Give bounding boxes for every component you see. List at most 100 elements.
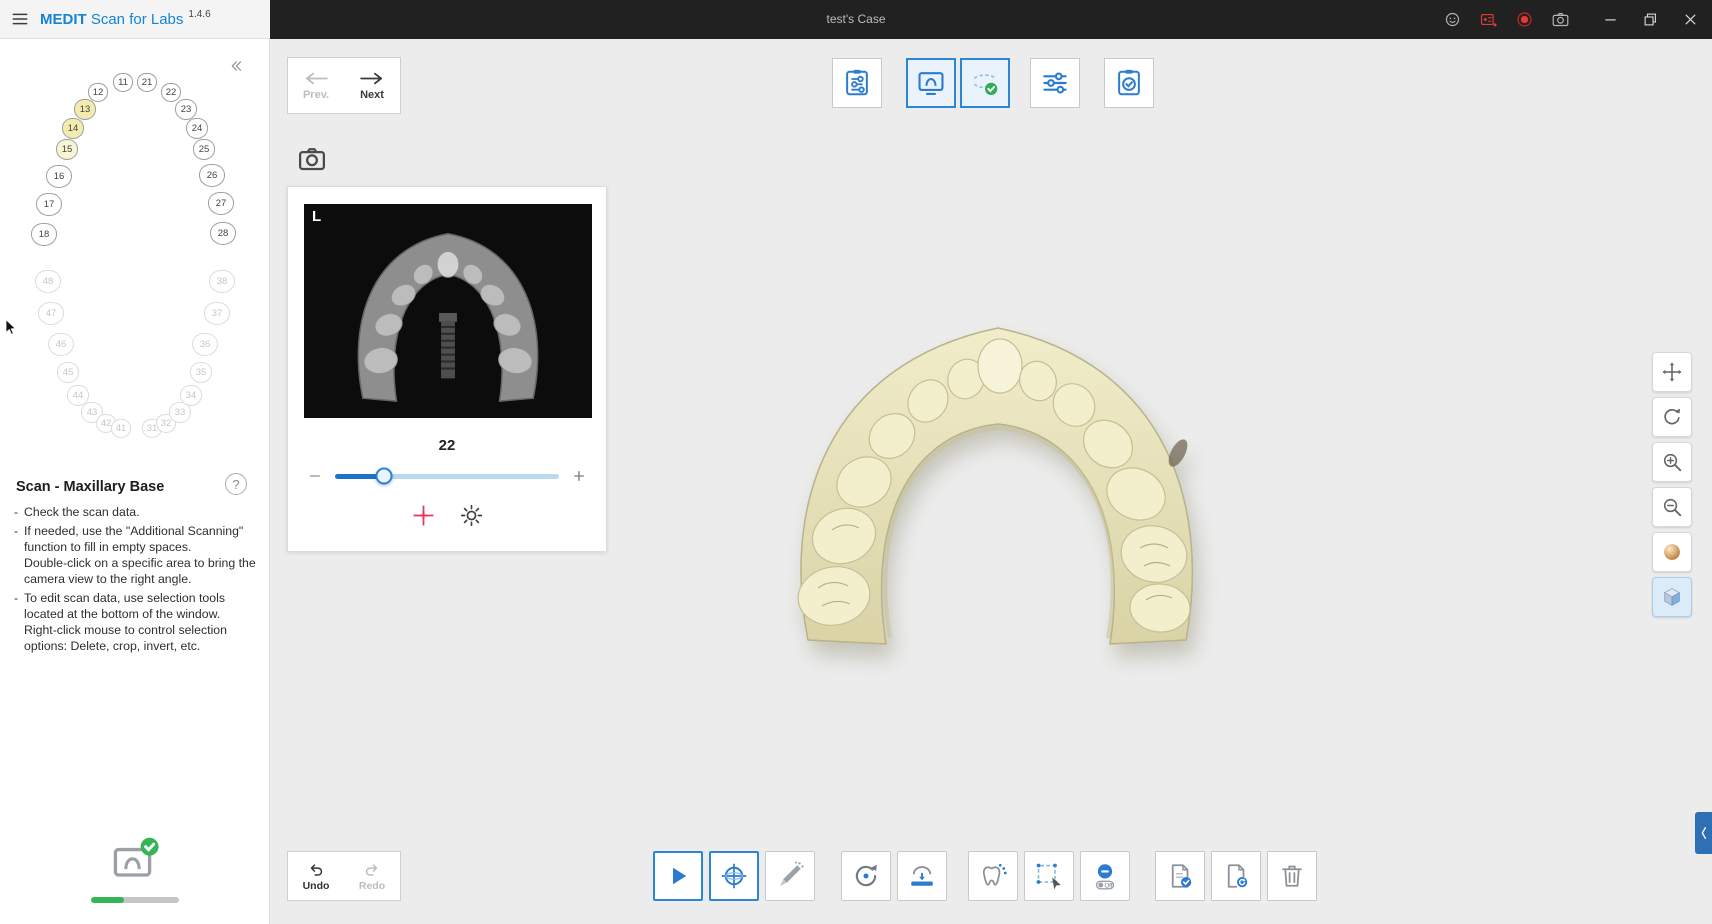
tooth-27[interactable]: 27 [208,191,234,215]
scanner-table-button[interactable] [897,851,947,901]
edit-toolbar-group-1 [653,851,815,901]
next-button[interactable]: Next [344,58,400,113]
edit-toolbar-group-3: Off [968,851,1130,901]
tooth-22[interactable]: 22 [161,82,181,102]
maxillary-model-3d [797,327,1194,645]
tooth-18[interactable]: 18 [31,222,57,246]
tooth-15[interactable]: 15 [56,138,78,160]
tooth-25[interactable]: 25 [193,138,215,160]
brightness-toggle-button[interactable] [457,501,485,529]
side-panel-tab[interactable] [1695,812,1712,854]
slider-track[interactable] [335,467,559,485]
airbrush-button[interactable] [765,851,815,901]
tooth-select-button[interactable] [968,851,1018,901]
titlebar-icons [1434,0,1710,39]
play-button[interactable] [653,851,703,901]
arrow-right-icon [357,71,387,86]
doc-check-button[interactable] [1155,851,1205,901]
instruction-item: If needed, use the "Additional Scanning"… [14,524,259,588]
brightness-increase-button[interactable] [568,465,590,487]
zoom-in-button[interactable] [1652,442,1692,482]
tooth-48[interactable]: 48 [35,269,61,293]
tooth-14[interactable]: 14 [62,117,84,139]
tooth-11[interactable]: 11 [113,72,133,92]
stage-scan-button[interactable] [906,58,956,108]
instruction-text: If needed, use the "Additional Scanning"… [24,523,256,586]
tooth-12[interactable]: 12 [88,82,108,102]
toggle-off-button[interactable]: Off [1080,851,1130,901]
tooth-17[interactable]: 17 [36,192,62,216]
tooth-46[interactable]: 46 [48,332,74,356]
app-logo: MEDIT [40,10,87,28]
support-face-button[interactable] [1434,0,1470,39]
tooth-26[interactable]: 26 [199,163,225,187]
undo-icon [307,861,325,879]
sidebar: 11 12 13 14 15 16 17 18 21 22 23 24 25 26 27 28 48 47 46 45… [0,39,270,924]
preview-side-label: L [312,208,322,225]
stage-process-options-button[interactable] [1030,58,1080,108]
target-button[interactable] [709,851,759,901]
instruction-item: To edit scan data, use selection tools l… [14,591,259,655]
menu-button[interactable] [0,0,40,39]
zoom-out-button[interactable] [1652,487,1692,527]
preview-scan-photo [305,204,591,418]
maximize-button[interactable] [1630,0,1670,39]
tooth-16[interactable]: 16 [46,164,72,188]
tooth-41[interactable]: 41 [111,418,131,438]
reset-view-button[interactable] [841,851,891,901]
brightness-decrease-button[interactable] [304,465,326,487]
screenshot-button[interactable] [1542,0,1578,39]
instruction-item: Check the scan data. [14,505,259,521]
stage-case-info-button[interactable] [832,58,882,108]
step-nav: Prev. Next [287,57,401,114]
crosshair-toggle-button[interactable] [409,501,437,529]
case-title: test's Case [826,12,886,26]
minimize-button[interactable] [1590,0,1630,39]
trash-button[interactable] [1267,851,1317,901]
instruction-text: To edit scan data, use selection tools l… [24,590,227,653]
tooth-21[interactable]: 21 [137,72,157,92]
tooth-13[interactable]: 13 [74,98,96,120]
workflow-stages [832,58,1154,108]
redo-label: Redo [358,879,386,892]
rotate-button[interactable] [1652,397,1692,437]
tooth-28[interactable]: 28 [210,221,236,245]
stage-title: Scan - Maxillary Base [16,479,165,495]
edit-toolbar-group-4 [1155,851,1317,901]
tooth-24[interactable]: 24 [186,117,208,139]
prev-button[interactable]: Prev. [288,58,344,113]
close-button[interactable] [1670,0,1710,39]
slider-thumb[interactable] [375,467,393,485]
live-camera-icon [296,144,328,174]
recorder-button[interactable] [1470,0,1506,39]
tooth-36[interactable]: 36 [192,332,218,356]
material-button[interactable] [1652,532,1692,572]
tooth-45[interactable]: 45 [57,361,79,383]
record-button[interactable] [1506,0,1542,39]
scan-complete-icon [108,835,162,885]
view-toolbar [1652,352,1692,617]
tooth-38[interactable]: 38 [209,269,235,293]
redo-icon [363,861,381,879]
redo-button[interactable]: Redo [344,852,400,900]
doc-reload-button[interactable] [1211,851,1261,901]
undo-button[interactable]: Undo [288,852,344,900]
model-viewport[interactable] [740,298,1265,670]
stage-scan-check-button[interactable] [960,58,1010,108]
camera-preview-panel: L 22 [287,186,607,552]
mesh-select-button[interactable] [1024,851,1074,901]
tooth-34[interactable]: 34 [180,384,202,406]
tooth-37[interactable]: 37 [204,301,230,325]
preview-tools [288,501,606,529]
arrow-left-icon [301,71,331,86]
pan-button[interactable] [1652,352,1692,392]
tooth-47[interactable]: 47 [38,301,64,325]
question-mark-icon: ? [232,476,240,492]
stage-complete-button[interactable] [1104,58,1154,108]
tooth-35[interactable]: 35 [190,361,212,383]
brightness-slider [304,463,590,489]
instruction-text: Check the scan data. [24,505,140,519]
tooth-23[interactable]: 23 [175,98,197,120]
help-button[interactable]: ? [225,473,247,495]
view-cube-button[interactable] [1652,577,1692,617]
